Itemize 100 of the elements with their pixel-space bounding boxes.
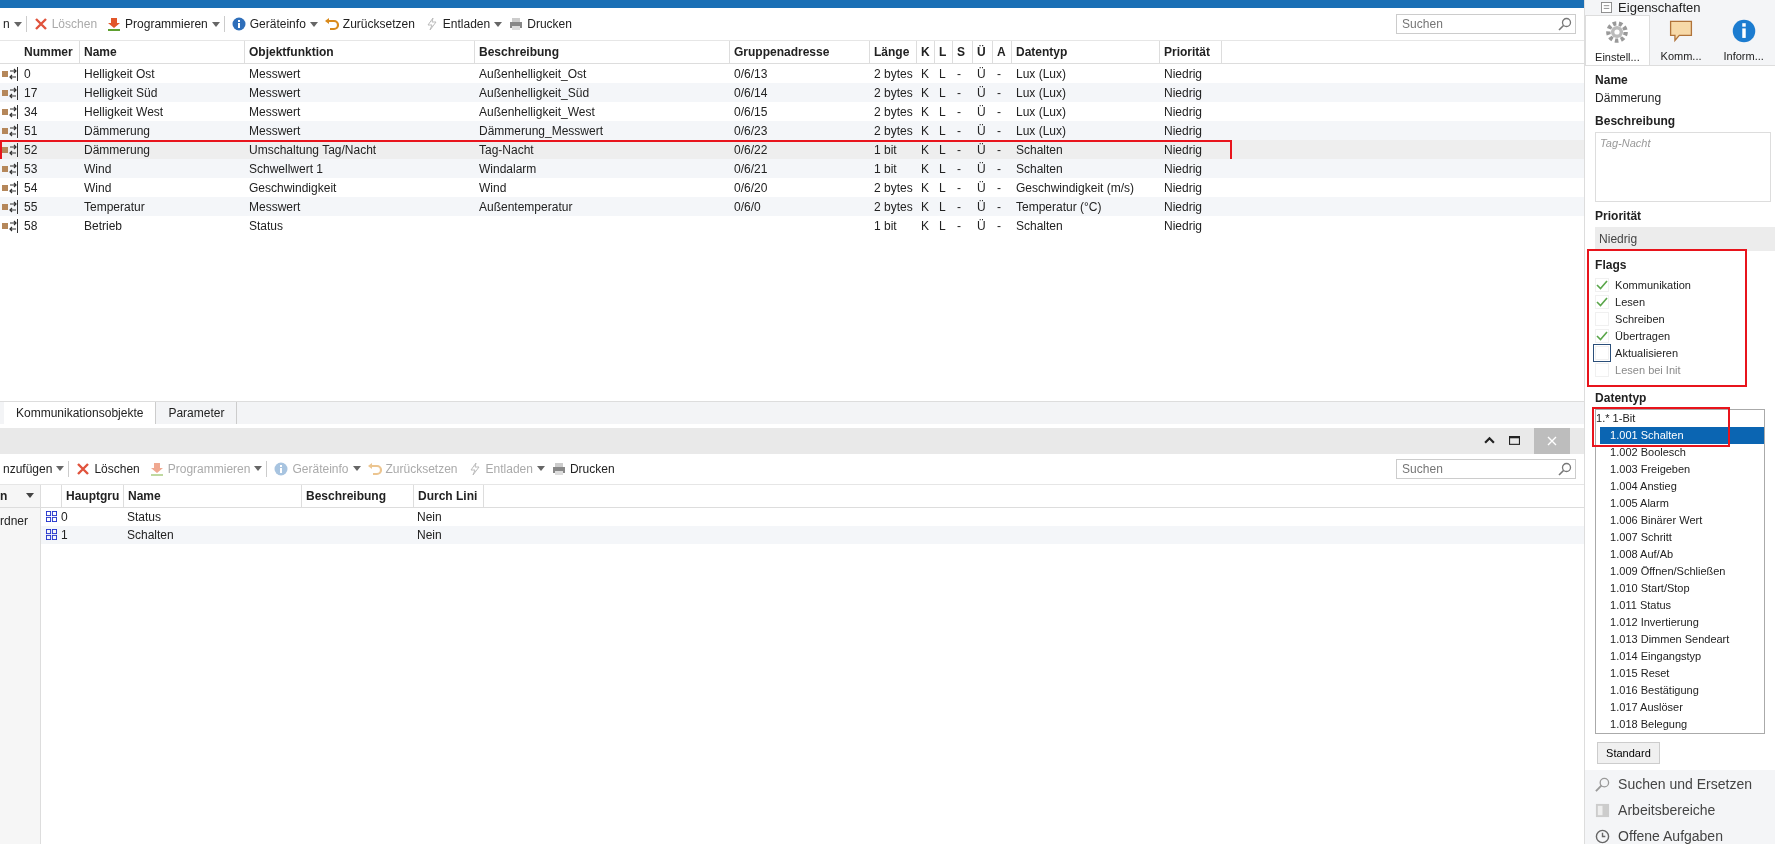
table-cell: Schalten — [1016, 218, 1063, 233]
column-header[interactable]: L — [939, 45, 947, 59]
list-item[interactable]: 1.004 Anstieg — [1596, 478, 1764, 495]
toolbar-button[interactable]: Entladen — [421, 15, 494, 33]
table-row[interactable]: 51 Dämmerung Messwert Dämmerung_Messwert 0/6/23 2 bytes K L - Ü - Lux (Lux) Niedrig — [0, 121, 1585, 140]
list-item[interactable]: 1.002 Boolesch — [1596, 444, 1764, 461]
checkbox[interactable] — [1595, 277, 1610, 292]
tab[interactable]: Einstell... — [1585, 15, 1650, 65]
table-cell: Ü — [977, 161, 986, 176]
table-cell: Helligkeit Ost — [84, 66, 155, 81]
toolbar-button[interactable]: Drucken — [548, 459, 618, 478]
list-item[interactable]: 1.018 Belegung — [1596, 716, 1764, 733]
column-header[interactable]: n — [0, 488, 8, 503]
toolbar-button[interactable]: Drucken — [506, 15, 575, 33]
toolbar-button[interactable]: Löschen — [73, 459, 143, 478]
caret-icon[interactable] — [26, 493, 34, 498]
table-cell: - — [957, 199, 961, 214]
tree-item[interactable]: rdner — [0, 513, 28, 528]
standard-button[interactable]: Standard — [1597, 742, 1660, 764]
toolbar-button[interactable]: Zurücksetzen — [321, 15, 418, 33]
column-header[interactable]: Priorität — [1164, 45, 1210, 59]
column-header[interactable]: Beschreibung — [306, 488, 386, 503]
search-field[interactable]: Suchen — [1396, 14, 1577, 34]
table-cell: Ü — [977, 218, 986, 233]
column-header[interactable]: Objektfunktion — [249, 45, 334, 59]
list-item[interactable]: 1.009 Öffnen/Schließen — [1596, 563, 1764, 580]
column-header[interactable]: Ü — [977, 45, 986, 59]
list-item[interactable]: 1.005 Alarm — [1596, 495, 1764, 512]
table-row[interactable]: 0 Helligkeit Ost Messwert Außenhelligkeit_Ost 0/6/13 2 bytes K L - Ü - Lux (Lux) Niedrig — [0, 64, 1585, 83]
tab[interactable]: Kommunikationsobjekte — [4, 401, 157, 424]
list-item[interactable]: 1.003 Freigeben — [1596, 461, 1764, 478]
column-header[interactable]: Name — [84, 45, 117, 59]
table-cell: Niedrig — [1164, 180, 1202, 195]
column-header[interactable]: Durch Lini — [418, 488, 478, 503]
table-cell: Dämmerung — [84, 142, 151, 157]
table-cell: - — [997, 104, 1001, 119]
search-field[interactable]: Suchen — [1396, 458, 1577, 479]
column-header[interactable]: Datentyp — [1016, 45, 1068, 59]
column-header[interactable]: Nummer — [24, 45, 73, 59]
table-cell: Status — [249, 218, 284, 233]
list-item[interactable]: 1.017 Auslöser — [1596, 699, 1764, 716]
column-header[interactable]: Hauptgru — [66, 488, 120, 503]
list-item[interactable]: 1.008 Auf/Ab — [1596, 546, 1764, 563]
column-header[interactable]: Gruppenadresse — [734, 45, 830, 59]
list-item[interactable]: 1.013 Dimmen Sendeart — [1596, 631, 1764, 648]
column-header[interactable]: Beschreibung — [479, 45, 559, 59]
table-row[interactable]: 53 Wind Schwellwert 1 Windalarm 0/6/21 1 bit K L - Ü - Schalten Niedrig — [0, 159, 1585, 178]
gear-icon — [1604, 18, 1631, 45]
list-item[interactable]: 1.014 Eingangstyp — [1596, 648, 1764, 665]
maximize-icon[interactable] — [1509, 435, 1521, 446]
column-header[interactable]: S — [957, 45, 965, 59]
caret-icon[interactable] — [56, 466, 65, 471]
close-icon — [1547, 435, 1558, 446]
table-cell: K — [921, 218, 929, 233]
table-row[interactable]: 58 Betrieb Status 1 bit K L - Ü - Schalten Niedrig — [0, 216, 1585, 235]
column-header[interactable]: Länge — [874, 45, 910, 59]
table-cell: Ü — [977, 104, 986, 119]
table-cell: K — [921, 199, 929, 214]
checkbox-label: Übertragen — [1615, 329, 1671, 342]
toolbar-button[interactable]: nzufügen — [0, 459, 56, 478]
table-row[interactable]: 54 Wind Geschwindigkeit Wind 0/6/20 2 bytes K L - Ü - Geschwindigkeit (m/s) Niedrig — [0, 178, 1585, 197]
toolbar-button[interactable]: Programmieren — [104, 15, 211, 33]
exchange-icon — [2, 85, 18, 100]
priority-dropdown[interactable]: Niedrig — [1595, 227, 1775, 251]
caret-icon[interactable] — [309, 21, 318, 27]
toolbar-button[interactable]: n — [0, 15, 13, 33]
list-item[interactable]: 1.006 Binärer Wert — [1596, 512, 1764, 529]
column-header[interactable]: Name — [128, 488, 161, 503]
checkbox[interactable] — [1595, 328, 1610, 343]
side-link[interactable]: Offene Aufgaben — [1618, 828, 1723, 844]
column-header[interactable]: A — [997, 45, 1006, 59]
list-item[interactable]: 1.011 Status — [1596, 597, 1764, 614]
tree-item[interactable]: 1.* 1-Bit — [1596, 410, 1764, 427]
caret-icon[interactable] — [13, 21, 22, 27]
list-item[interactable]: 1.007 Schritt — [1596, 529, 1764, 546]
collapse-icon[interactable] — [1484, 435, 1496, 446]
list-item[interactable]: 1.010 Start/Stop — [1596, 580, 1764, 597]
exchange-icon — [2, 161, 18, 176]
table-cell: - — [997, 66, 1001, 81]
list-item[interactable]: 1.015 Reset — [1596, 665, 1764, 682]
list-item[interactable]: 1.016 Bestätigung — [1596, 682, 1764, 699]
info-icon — [231, 17, 246, 31]
table-cell: - — [957, 180, 961, 195]
table-row[interactable]: 52 Dämmerung Umschaltung Tag/Nacht Tag-Nacht 0/6/22 1 bit K L - Ü - Schalten Niedrig — [0, 140, 1585, 159]
caret-icon[interactable] — [211, 21, 220, 27]
table-cell: Dämmerung — [84, 123, 151, 138]
lightning-icon — [424, 17, 439, 31]
table-cell: 2 bytes — [874, 180, 913, 195]
list-item[interactable]: 1.012 Invertierung — [1596, 614, 1764, 631]
column-header[interactable]: K — [921, 45, 930, 59]
caret-icon[interactable] — [494, 21, 503, 27]
side-link[interactable]: Arbeitsbereiche — [1618, 802, 1716, 818]
toolbar-button[interactable]: Geräteinfo — [228, 15, 309, 33]
table-row[interactable]: 17 Helligkeit Süd Messwert Außenhelligkeit_Süd 0/6/14 2 bytes K L - Ü - Lux (Lux) Niedrig — [0, 83, 1585, 102]
table-row[interactable]: 34 Helligkeit West Messwert Außenhelligkeit_West 0/6/15 2 bytes K L - Ü - Lux (Lux) Niedrig — [0, 102, 1585, 121]
side-link[interactable]: Suchen und Ersetzen — [1618, 776, 1752, 792]
table-cell: L — [939, 180, 946, 195]
table-row[interactable]: 55 Temperatur Messwert Außentemperatur 0/6/0 2 bytes K L - Ü - Temperatur (°C) Niedrig — [0, 197, 1585, 216]
checkbox[interactable] — [1595, 294, 1610, 309]
list-item[interactable]: 1.001 Schalten — [1600, 427, 1764, 444]
